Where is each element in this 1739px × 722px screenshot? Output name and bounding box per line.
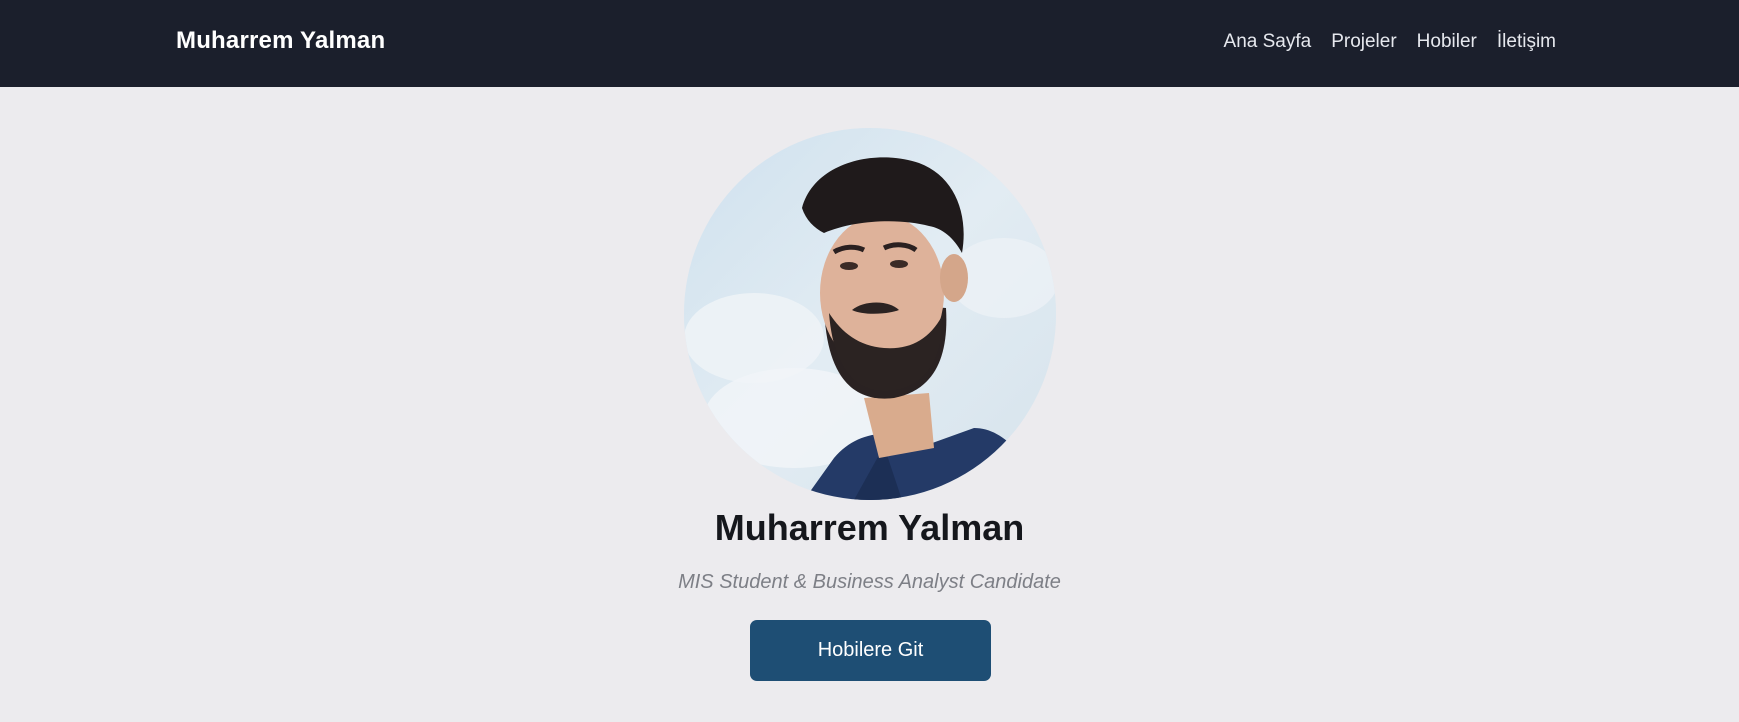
nav-link-home[interactable]: Ana Sayfa xyxy=(1224,31,1312,53)
hero-name: Muharrem Yalman xyxy=(714,507,1025,548)
brand-logo-text[interactable]: Muharrem Yalman xyxy=(176,27,385,55)
nav-link-hobbies[interactable]: Hobiler xyxy=(1417,31,1477,53)
hobbies-cta-button[interactable]: Hobilere Git xyxy=(750,620,991,681)
nav-links: Ana Sayfa Projeler Hobiler İletişim xyxy=(1224,31,1556,53)
nav-link-projects[interactable]: Projeler xyxy=(1331,31,1396,53)
top-navbar: Muharrem Yalman Ana Sayfa Projeler Hobil… xyxy=(0,0,1739,87)
profile-avatar xyxy=(684,128,1056,500)
hero-subtitle: MIS Student & Business Analyst Candidate xyxy=(678,571,1061,593)
profile-photo-illustration xyxy=(684,128,1056,500)
nav-link-contact[interactable]: İletişim xyxy=(1497,31,1556,53)
